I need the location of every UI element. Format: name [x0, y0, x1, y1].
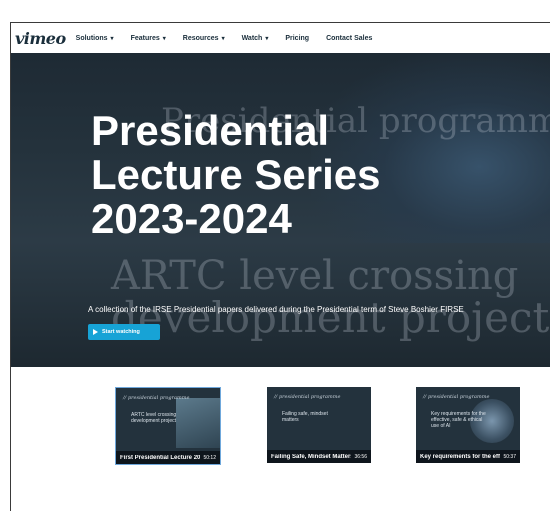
video-duration: 36:56 [354, 453, 367, 460]
video-carousel: // presidential programme ARTC level cro… [11, 367, 550, 511]
card-brand: // presidential programme [274, 394, 341, 400]
hero-title: Presidential Lecture Series 2023-2024 [91, 109, 531, 241]
start-watching-label: Start watching [102, 329, 140, 335]
video-card[interactable]: // presidential programme ARTC level cro… [115, 387, 221, 465]
card-headline: Failing safe, mindset matters [282, 411, 328, 423]
chevron-down-icon: ▾ [265, 35, 269, 42]
browser-frame: vimeo Solutions ▾ Features ▾ Resources ▾ Wa… [10, 22, 550, 511]
nav-features[interactable]: Features ▾ [131, 35, 166, 42]
chevron-down-icon: ▾ [162, 35, 166, 42]
hero-title-line: Lecture Series [91, 151, 381, 198]
nav-solutions-label: Solutions [75, 34, 108, 42]
nav-resources-label: Resources [182, 34, 219, 42]
nav-solutions[interactable]: Solutions ▾ [76, 35, 114, 42]
vimeo-logo[interactable]: vimeo [15, 29, 66, 48]
nav-pricing[interactable]: Pricing [285, 35, 309, 42]
chevron-down-icon: ▾ [110, 35, 114, 42]
nav-watch[interactable]: Watch ▾ [242, 35, 269, 42]
card-footer: First Presidential Lecture 20... 50:12 [116, 451, 220, 464]
chevron-down-icon: ▾ [221, 35, 225, 42]
nav-watch-label: Watch [241, 34, 263, 42]
nav-features-label: Features [130, 34, 160, 42]
video-title: Key requirements for the eff... [420, 453, 501, 460]
nav-resources[interactable]: Resources ▾ [183, 35, 225, 42]
card-headline: ARTC level crossing development project [131, 412, 177, 424]
video-card[interactable]: // presidential programme Failing safe, … [267, 387, 371, 463]
hero-title-line: 2023-2024 [91, 195, 292, 242]
video-title: Failing Safe, Mindset Matters [271, 453, 352, 460]
start-watching-button[interactable]: Start watching [88, 324, 160, 340]
video-duration: 50:37 [503, 453, 516, 460]
hero-banner: Presidential programme ARTC level crossi… [11, 53, 550, 367]
hero-ghost-text: development project [111, 293, 550, 342]
card-brand: // presidential programme [423, 394, 490, 400]
video-card[interactable]: // presidential programme Key requiremen… [416, 387, 520, 463]
video-title: First Presidential Lecture 20... [120, 454, 201, 461]
card-footer: Failing Safe, Mindset Matters 36:56 [267, 450, 371, 463]
card-headline: Key requirements for the effective, safe… [431, 411, 486, 429]
hero-subtitle: A collection of the IRSE Presidential pa… [88, 305, 464, 314]
top-nav: vimeo Solutions ▾ Features ▾ Resources ▾ Wa… [11, 23, 550, 53]
hero-title-line: Presidential [91, 107, 330, 154]
play-icon [93, 329, 98, 335]
card-footer: Key requirements for the eff... 50:37 [416, 450, 520, 463]
nav-contact-sales[interactable]: Contact Sales [326, 35, 372, 42]
video-duration: 50:12 [203, 454, 216, 461]
card-brand: // presidential programme [123, 395, 190, 401]
